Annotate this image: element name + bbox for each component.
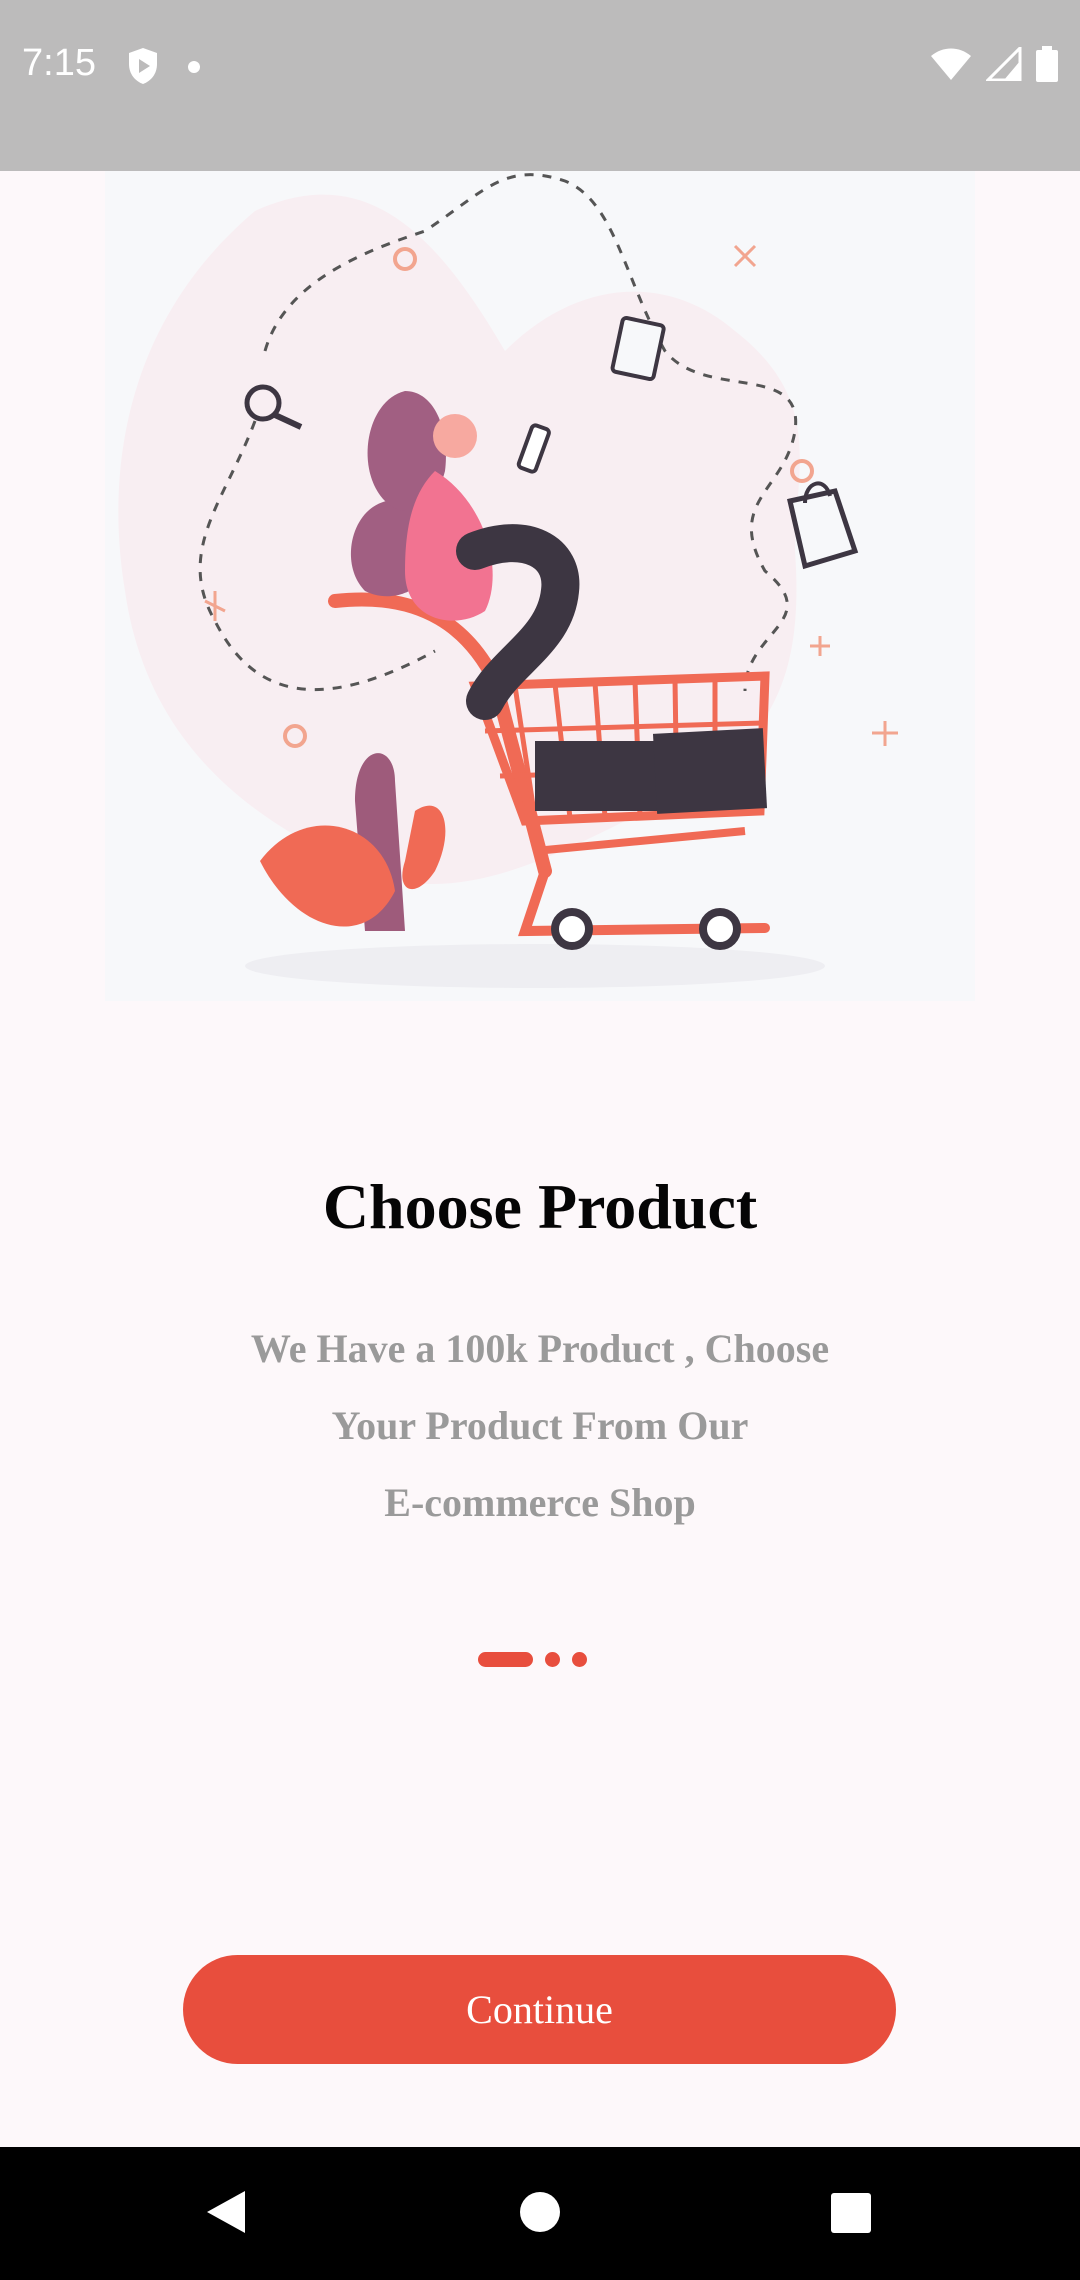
page-indicator-dot (572, 1652, 587, 1667)
home-icon[interactable] (519, 2191, 561, 2238)
status-time: 7:15 (22, 42, 96, 84)
status-bar: 7:15 (0, 0, 1080, 171)
page-indicator (478, 1652, 587, 1667)
battery-icon (1036, 46, 1058, 87)
shopping-cart-illustration (105, 171, 975, 1001)
page-indicator-active-dot (478, 1652, 533, 1667)
page-indicator-dot (545, 1652, 560, 1667)
navigation-bar (0, 2147, 1080, 2280)
continue-button[interactable]: Continue (183, 1955, 896, 2064)
signal-icon (984, 44, 1022, 86)
wifi-icon (930, 47, 972, 86)
subtitle-line: Your Product From Our (331, 1403, 749, 1448)
subtitle-line: We Have a 100k Product , Choose (250, 1326, 830, 1371)
back-icon[interactable] (205, 2189, 247, 2240)
shield-icon (126, 46, 160, 91)
onboarding-subtitle: We Have a 100k Product , Choose Your Pro… (200, 1310, 880, 1541)
dot-icon (188, 60, 200, 78)
recents-icon[interactable] (830, 2192, 872, 2239)
subtitle-line: E-commerce Shop (384, 1480, 696, 1525)
onboarding-title: Choose Product (322, 1171, 758, 1242)
